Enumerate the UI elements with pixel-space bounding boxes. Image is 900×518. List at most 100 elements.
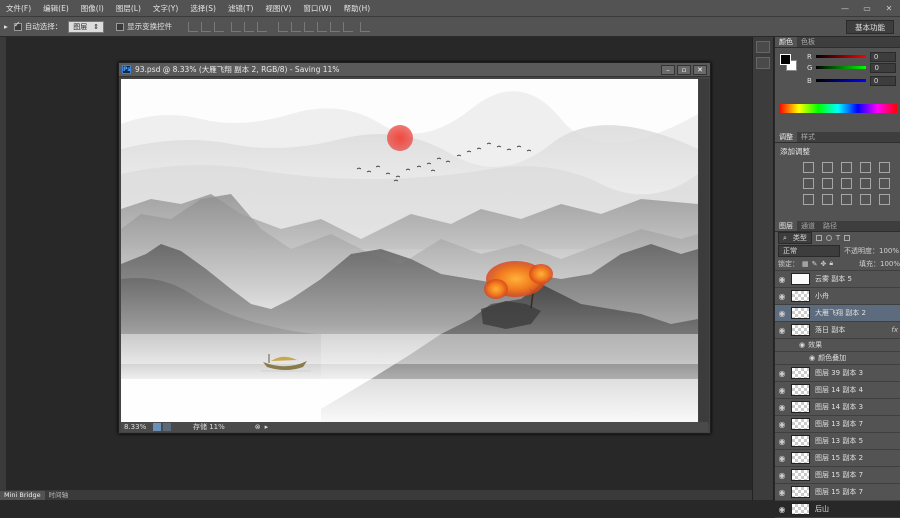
menu-file[interactable]: 文件(F) xyxy=(0,3,37,14)
b-value[interactable]: 0 xyxy=(869,75,896,86)
eye-icon[interactable]: ◉ xyxy=(775,386,789,395)
color-balance-icon[interactable] xyxy=(822,178,833,189)
tab-swatches[interactable]: 色板 xyxy=(797,37,819,47)
filter-type-icon[interactable]: T xyxy=(836,234,840,242)
align-vcenter-icon[interactable] xyxy=(201,21,212,32)
lock-transparent-icon[interactable]: ▦ xyxy=(802,260,809,268)
eye-icon[interactable]: ◉ xyxy=(775,292,789,301)
align-right-icon[interactable] xyxy=(257,21,268,32)
eye-icon[interactable]: ◉ xyxy=(775,488,789,497)
layer-row[interactable]: ◉ 图层 15 副本 7 xyxy=(775,484,900,501)
layer-row[interactable]: ◉ 图层 13 副本 5 xyxy=(775,433,900,450)
photo-filter-icon[interactable] xyxy=(860,178,871,189)
menu-image[interactable]: 图像(I) xyxy=(75,3,110,14)
opacity-value[interactable]: 100% xyxy=(879,247,899,255)
auto-align-icon[interactable] xyxy=(360,21,371,32)
move-tool-arrow-icon[interactable]: ▸ xyxy=(4,22,8,31)
eye-icon[interactable]: ◉ xyxy=(799,341,805,349)
doc-close-icon[interactable]: ✕ xyxy=(693,64,707,75)
eye-icon[interactable]: ◉ xyxy=(775,326,789,335)
effect-item-row[interactable]: ◉ 颜色叠加 xyxy=(775,352,900,365)
eye-icon[interactable]: ◉ xyxy=(775,505,789,514)
workspace-switcher[interactable]: 基本功能 xyxy=(846,20,894,34)
eye-icon[interactable]: ◉ xyxy=(775,420,789,429)
doc-minimize-icon[interactable]: – xyxy=(661,64,675,75)
menu-select[interactable]: 选择(S) xyxy=(184,3,222,14)
distribute-top-icon[interactable] xyxy=(278,21,289,32)
document-titlebar[interactable]: Ps 93.psd @ 8.33% (大雁飞翔 副本 2, RGB/8) - S… xyxy=(119,63,710,77)
maximize-icon[interactable]: ▭ xyxy=(856,4,878,13)
show-transform-checkbox[interactable]: 显示变换控件 xyxy=(116,21,172,32)
gradient-map-icon[interactable] xyxy=(860,194,871,205)
eye-icon[interactable]: ◉ xyxy=(775,471,789,480)
b-slider[interactable] xyxy=(815,79,866,82)
cancel-icon[interactable]: ⊗ xyxy=(255,423,261,431)
layer-row[interactable]: ◉ 小舟 xyxy=(775,288,900,305)
eye-icon[interactable]: ◉ xyxy=(775,454,789,463)
menu-type[interactable]: 文字(Y) xyxy=(147,3,184,14)
layer-row[interactable]: ◉ 图层 15 副本 7 xyxy=(775,467,900,484)
distribute-vcenter-icon[interactable] xyxy=(291,21,302,32)
g-slider[interactable] xyxy=(816,66,867,69)
menu-view[interactable]: 视图(V) xyxy=(259,3,297,14)
distribute-left-icon[interactable] xyxy=(317,21,328,32)
posterize-icon[interactable] xyxy=(822,194,833,205)
tab-timeline[interactable]: 时间轴 xyxy=(45,491,73,500)
fx-badge[interactable]: fx xyxy=(891,326,898,334)
lock-all-icon[interactable]: 🔒︎ xyxy=(829,259,833,268)
effects-row[interactable]: ◉ 效果 xyxy=(775,339,900,352)
blend-mode-dropdown[interactable]: 正常 xyxy=(778,244,840,257)
selective-color-icon[interactable] xyxy=(879,194,890,205)
close-icon[interactable]: ✕ xyxy=(878,4,900,13)
eye-icon[interactable]: ◉ xyxy=(775,369,789,378)
layer-row[interactable]: ◉ 图层 39 副本 3 xyxy=(775,365,900,382)
properties-panel-icon[interactable] xyxy=(756,57,770,69)
auto-select-checkbox[interactable]: 自动选择： xyxy=(13,20,62,32)
eye-icon[interactable]: ◉ xyxy=(775,403,789,412)
g-value[interactable]: 0 xyxy=(870,62,897,73)
brightness-icon[interactable] xyxy=(803,162,814,173)
menu-layer[interactable]: 图层(L) xyxy=(110,3,147,14)
layer-kind-filter[interactable]: ⌕ 类型 xyxy=(778,232,812,244)
tab-mini-bridge[interactable]: Mini Bridge xyxy=(0,491,45,500)
align-top-icon[interactable] xyxy=(188,21,199,32)
tab-layers[interactable]: 图层 xyxy=(775,221,797,231)
distribute-hcenter-icon[interactable] xyxy=(330,21,341,32)
threshold-icon[interactable] xyxy=(841,194,852,205)
layer-row[interactable]: ◉ 图层 13 副本 7 xyxy=(775,416,900,433)
invert-icon[interactable] xyxy=(803,194,814,205)
history-panel-icon[interactable] xyxy=(756,41,770,53)
color-spectrum-bar[interactable] xyxy=(779,104,897,113)
layer-row[interactable]: ◉ 云雾 副本 5 xyxy=(775,271,900,288)
menu-edit[interactable]: 编辑(E) xyxy=(37,3,75,14)
image-canvas[interactable] xyxy=(121,79,698,424)
menu-filter[interactable]: 滤镜(T) xyxy=(222,3,259,14)
channel-mixer-icon[interactable] xyxy=(879,178,890,189)
black-white-icon[interactable] xyxy=(841,178,852,189)
levels-icon[interactable] xyxy=(822,162,833,173)
align-left-icon[interactable] xyxy=(231,21,242,32)
menu-window[interactable]: 窗口(W) xyxy=(297,3,337,14)
layer-row[interactable]: ◉ 图层 15 副本 2 xyxy=(775,450,900,467)
r-value[interactable]: 0 xyxy=(869,51,896,62)
vertical-scrollbar[interactable] xyxy=(699,79,709,424)
vibrance-icon[interactable] xyxy=(879,162,890,173)
distribute-bottom-icon[interactable] xyxy=(304,21,315,32)
layer-row[interactable]: ◉ 图层 14 副本 4 xyxy=(775,382,900,399)
distribute-right-icon[interactable] xyxy=(343,21,354,32)
auto-select-dropdown[interactable]: 图层 ⇕ xyxy=(68,20,105,33)
layer-row[interactable]: ◉ 落日 副本 fx xyxy=(775,322,900,339)
exposure-icon[interactable] xyxy=(860,162,871,173)
layer-row[interactable]: ◉ 图层 14 副本 3 xyxy=(775,399,900,416)
align-hcenter-icon[interactable] xyxy=(244,21,255,32)
filter-adjust-icon[interactable] xyxy=(825,235,832,241)
curves-icon[interactable] xyxy=(841,162,852,173)
eye-icon[interactable]: ◉ xyxy=(775,309,789,318)
hue-saturation-icon[interactable] xyxy=(803,178,814,189)
tab-styles[interactable]: 样式 xyxy=(797,132,819,142)
status-menu-arrow-icon[interactable]: ▸ xyxy=(265,423,269,431)
status-icon[interactable] xyxy=(153,423,161,431)
filter-pixel-icon[interactable] xyxy=(815,235,822,241)
lock-brush-icon[interactable]: ✎ xyxy=(812,260,818,268)
fill-value[interactable]: 100% xyxy=(880,260,900,268)
